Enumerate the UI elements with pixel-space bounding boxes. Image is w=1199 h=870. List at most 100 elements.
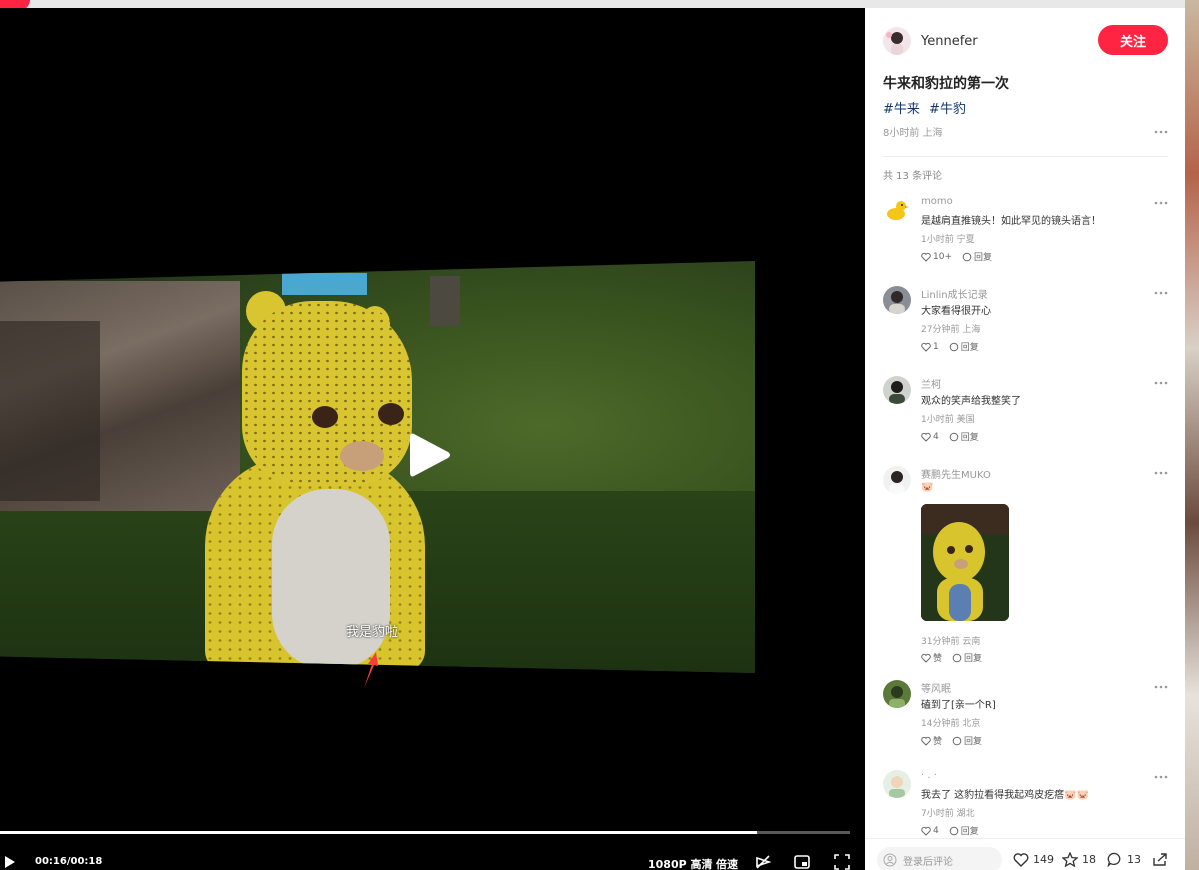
note-detail-panel: Yennefer 关注 牛来和豹拉的第一次 #牛来 #牛豹 8小时前 上海 共 … — [865, 8, 1185, 870]
reply-icon — [952, 736, 962, 745]
sky-patch — [282, 273, 367, 295]
post-title: 牛来和豹拉的第一次 — [883, 76, 1009, 92]
comment-input-placeholder: 登录后评论 — [903, 856, 953, 868]
comment-text: 观众的笑声给我整笑了 — [921, 396, 1021, 407]
quality-button[interactable]: 1080P 高清 — [648, 856, 713, 870]
reply-label: 回复 — [964, 654, 983, 664]
leopard-mouth — [340, 441, 384, 471]
comment-like[interactable]: 1 — [921, 342, 939, 352]
collect-total: 18 — [1082, 853, 1096, 866]
comment-actions: 1 回复 — [921, 340, 989, 353]
collect-button[interactable]: 18 — [1062, 852, 1096, 867]
danmaku-off-icon[interactable] — [754, 853, 772, 870]
comment-actions: 10+ 回复 — [921, 250, 1002, 263]
reply-label: 回复 — [974, 253, 993, 263]
comment-like[interactable]: 4 — [921, 432, 939, 442]
like-label: 赞 — [933, 654, 943, 664]
more-icon[interactable] — [1153, 685, 1169, 689]
comment-author[interactable]: momo — [921, 196, 953, 207]
video-time: 00:16/00:18 — [35, 856, 103, 867]
leopard-head-spots — [242, 301, 412, 486]
comment-avatar[interactable] — [883, 196, 911, 224]
video-controls: 00:16/00:18 1080P 高清 倍速 — [0, 848, 865, 870]
more-icon[interactable] — [1153, 201, 1169, 205]
author-avatar[interactable] — [883, 27, 911, 55]
comment-like[interactable]: 赞 — [921, 651, 942, 664]
reply-icon — [949, 826, 959, 835]
more-icon[interactable] — [1153, 471, 1169, 475]
comment-reply[interactable]: 回复 — [952, 734, 982, 747]
user-icon — [883, 853, 897, 867]
comment-reply[interactable]: 回复 — [952, 651, 982, 664]
comment-meta: 1小时前 美国 — [921, 415, 975, 425]
comment-reply[interactable]: 回复 — [949, 824, 979, 837]
more-icon[interactable] — [1153, 381, 1169, 385]
comment-meta: 14分钟前 北京 — [921, 719, 981, 729]
comment-actions: 赞 回复 — [921, 734, 992, 747]
comment-text: 🐷 — [921, 482, 934, 493]
video-subtitle: 我是豹啦 — [345, 625, 398, 640]
comment-text: 大家看得很开心 — [921, 306, 991, 317]
comment-avatar[interactable] — [883, 680, 911, 708]
comment-text: 是越肩直推镜头！如此罕见的镜头语言！ — [921, 216, 1101, 227]
like-count: 4 — [933, 825, 939, 836]
comment-image[interactable] — [921, 504, 1009, 621]
author-name[interactable]: Yennefer — [921, 34, 978, 49]
star-icon — [1062, 852, 1078, 867]
like-button[interactable]: 149 — [1013, 852, 1054, 867]
comment-avatar[interactable] — [883, 286, 911, 314]
comment-author[interactable]: Linlin成长记录 — [921, 286, 988, 301]
background-feed-strip — [1185, 0, 1199, 870]
post-meta: 8小时前 上海 — [883, 128, 943, 139]
play-small-icon[interactable] — [4, 855, 16, 869]
more-icon[interactable] — [1153, 775, 1169, 779]
fullscreen-icon[interactable] — [833, 853, 851, 870]
divider — [883, 156, 1168, 157]
like-label: 赞 — [933, 737, 943, 747]
red-arrow-annotation-icon — [364, 652, 378, 688]
comment-author[interactable]: · . · — [921, 770, 937, 781]
comment-actions: 4 回复 — [921, 430, 989, 443]
heart-icon — [921, 736, 931, 746]
author-info[interactable]: Yennefer — [883, 26, 978, 56]
comment-reply[interactable]: 回复 — [949, 340, 979, 353]
tag-link[interactable]: #牛豹 — [929, 102, 966, 117]
comment-button[interactable]: 13 — [1107, 852, 1141, 867]
comment-avatar[interactable] — [883, 376, 911, 404]
leopard-eye-right — [378, 403, 404, 425]
video-progress-fill — [0, 831, 757, 834]
interaction-bar: 登录后评论 149 18 13 — [865, 838, 1185, 870]
video-player[interactable]: 我是豹啦 00:16/00:18 1080P 高清 倍速 — [0, 8, 865, 870]
comment-author[interactable]: 赛鹏先生MUKO — [921, 466, 991, 481]
follow-button[interactable]: 关注 — [1098, 25, 1168, 55]
rock-shadow — [0, 321, 100, 501]
video-frame — [0, 261, 755, 673]
comment-input[interactable]: 登录后评论 — [877, 847, 1002, 870]
comment-author[interactable]: 等风眠 — [921, 680, 951, 695]
tag-link[interactable]: #牛来 — [883, 102, 920, 117]
video-progress-bar[interactable] — [0, 831, 850, 834]
comment-reply[interactable]: 回复 — [949, 430, 979, 443]
more-icon[interactable] — [1153, 130, 1169, 134]
comment-like[interactable]: 4 — [921, 826, 939, 836]
play-icon[interactable] — [408, 430, 452, 480]
comment-avatar[interactable] — [883, 466, 911, 494]
comment-total: 13 — [1127, 853, 1141, 866]
reply-label: 回复 — [960, 433, 979, 443]
screen-root: 我是豹啦 00:16/00:18 1080P 高清 倍速 Yennefer 关注… — [0, 0, 1199, 870]
speed-button[interactable]: 倍速 — [716, 856, 738, 870]
more-icon[interactable] — [1153, 291, 1169, 295]
leopard-eye-left — [312, 406, 338, 428]
comment-like[interactable]: 赞 — [921, 734, 942, 747]
picture-in-picture-icon[interactable] — [793, 853, 811, 870]
like-total: 149 — [1033, 853, 1054, 866]
comment-actions: 4 回复 — [921, 824, 989, 837]
comment-reply[interactable]: 回复 — [962, 250, 992, 263]
comment-avatar[interactable] — [883, 770, 911, 798]
post-tags: #牛来 #牛豹 — [883, 98, 971, 117]
comment-count: 共 13 条评论 — [883, 171, 943, 182]
share-icon[interactable] — [1152, 852, 1168, 867]
comment-like[interactable]: 10+ — [921, 252, 952, 262]
comment-author[interactable]: 兰柯 — [921, 376, 941, 391]
comment-meta: 31分钟前 云南 — [921, 637, 981, 647]
